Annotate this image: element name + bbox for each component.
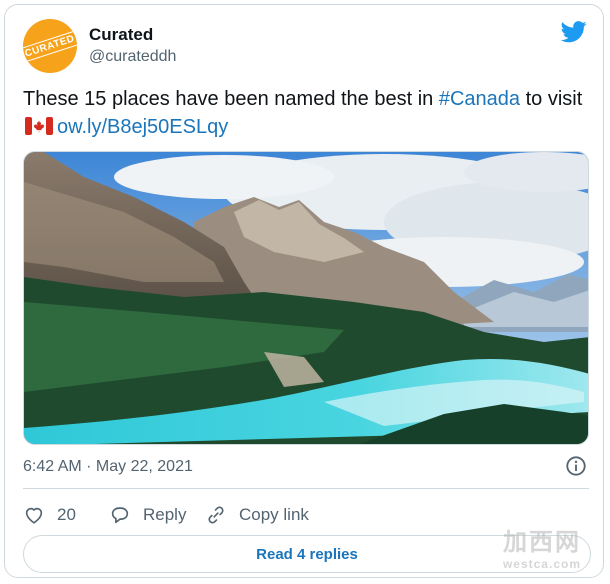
tweet-media-photo[interactable] <box>23 151 589 445</box>
display-name[interactable]: Curated <box>89 25 153 45</box>
tweet-text: These 15 places have been named the best… <box>23 85 593 141</box>
hashtag-link[interactable]: #Canada <box>439 88 520 110</box>
tweet-actions: 20 Reply Copy link <box>23 500 583 530</box>
like-count: 20 <box>57 505 76 524</box>
twitter-bird-icon[interactable] <box>561 21 587 43</box>
lake-mountain-photo <box>24 152 588 444</box>
site-watermark: 加西网 westca.com <box>503 522 581 571</box>
heart-icon <box>25 507 43 524</box>
watermark-domain: westca.com <box>502 557 581 571</box>
reply-bubble-icon <box>111 507 129 524</box>
reply-button[interactable]: Reply <box>109 500 186 530</box>
tweet-url-link[interactable]: ow.ly/B8ej50ESLqy <box>57 116 228 138</box>
tweet-card: CURATED Curated @curateddh These 15 plac… <box>4 4 604 578</box>
canada-flag-icon <box>25 117 53 135</box>
reply-label: Reply <box>143 505 187 524</box>
tweet-text-part: to visit <box>520 88 583 110</box>
info-icon[interactable] <box>565 455 587 477</box>
tweet-timestamp[interactable]: 6:42 AM · May 22, 2021 <box>23 458 193 476</box>
link-chain-icon <box>208 506 224 524</box>
avatar[interactable]: CURATED <box>23 19 77 73</box>
user-handle[interactable]: @curateddh <box>89 48 176 66</box>
divider <box>23 488 589 489</box>
tweet-text-part: These 15 places have been named the best… <box>23 88 439 110</box>
copy-link-label: Copy link <box>239 505 309 524</box>
like-button[interactable]: 20 <box>23 500 76 530</box>
avatar-logo-text: CURATED <box>23 30 77 62</box>
watermark-title: 加西网 <box>502 528 581 556</box>
copy-link-button[interactable]: Copy link <box>205 500 309 530</box>
